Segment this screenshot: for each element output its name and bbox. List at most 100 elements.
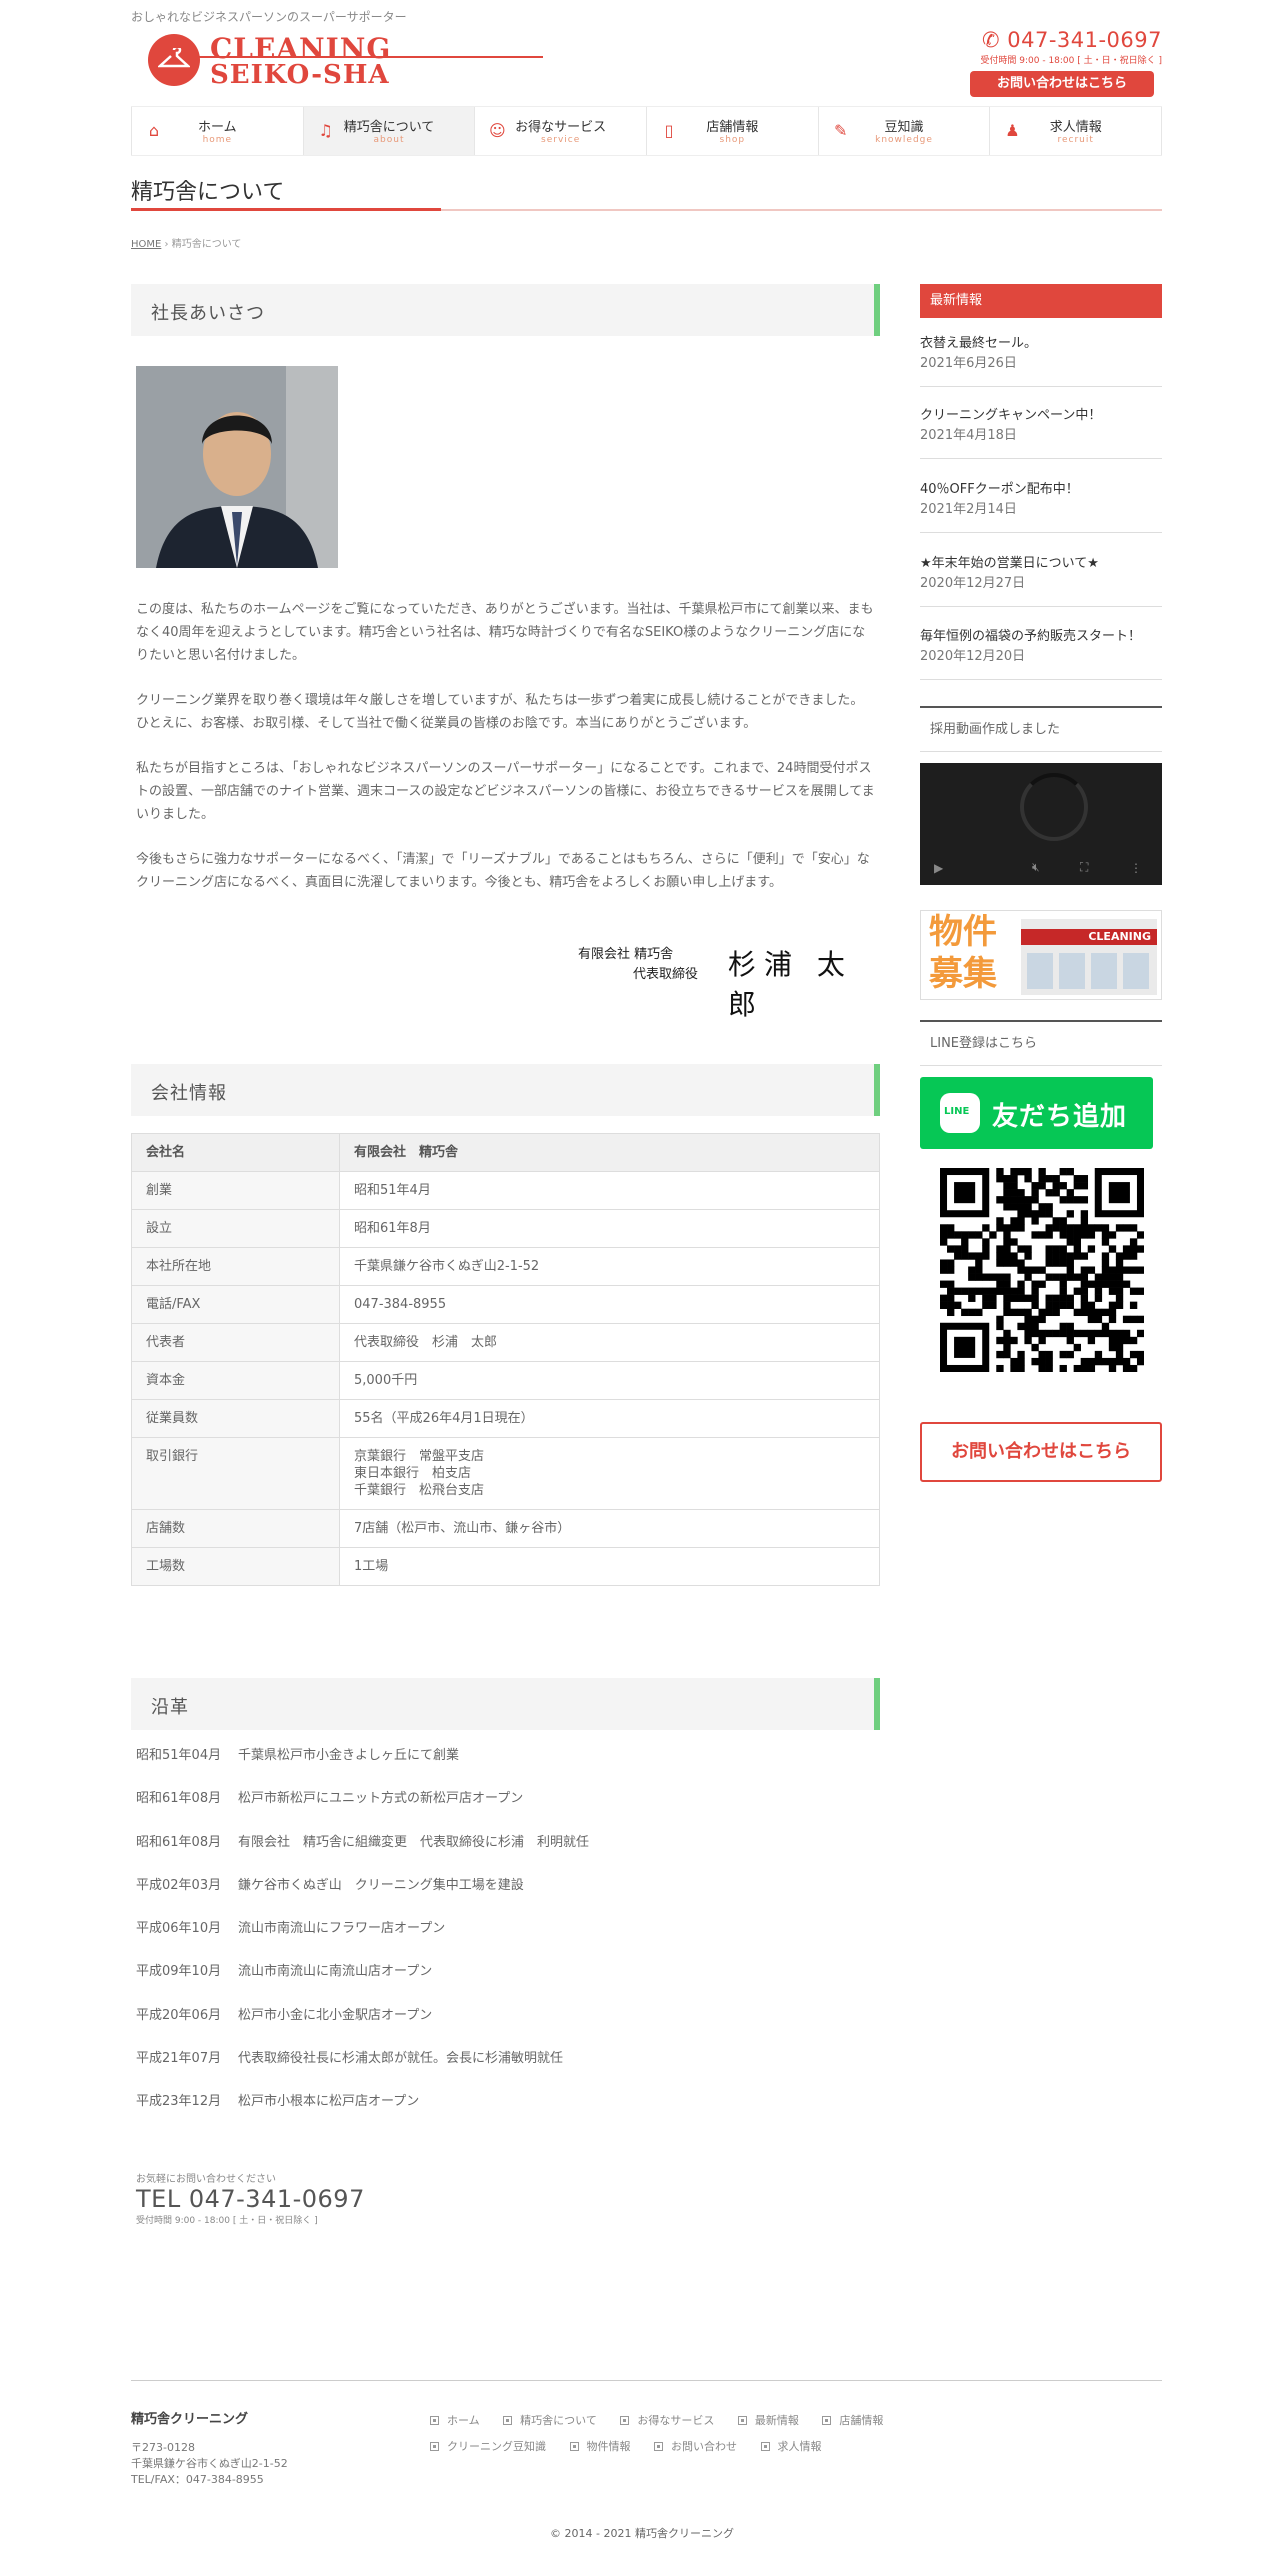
bullet-icon	[620, 2416, 630, 2425]
history-date: 平成20年06月	[136, 2007, 222, 2023]
breadcrumb-separator: ›	[164, 239, 169, 250]
history-list: 昭和51年04月 千葉県松戸市小金きよしヶ丘にて創業 昭和61年08月 松戸市新松戸…	[136, 1746, 876, 2136]
page-title: 精巧舎について	[131, 180, 285, 205]
list-item: 平成06年10月 流山市南流山にフラワー店オープン	[136, 1919, 876, 1962]
history-text: 流山市南流山にフラワー店オープン	[238, 1921, 446, 1937]
history-text: 松戸市小根本に松戸店オープン	[238, 2094, 420, 2110]
header-contact-button[interactable]: お問い合わせはこちら	[970, 71, 1154, 97]
footer-link-recruit[interactable]: 求人情報	[760, 2434, 822, 2460]
shop-window	[1027, 953, 1053, 989]
signature-title: 代表取締役	[633, 967, 699, 982]
news-title[interactable]: 衣替え最終セール。	[920, 334, 1162, 354]
copyright: © 2014 - 2021 精巧舎クリーニング	[550, 2527, 734, 2540]
news-date: 2020年12月27日	[920, 576, 1026, 591]
footer-link-about[interactable]: 精巧舎について	[503, 2408, 597, 2434]
loading-spinner-icon	[1020, 773, 1088, 841]
logo-text-seikosha: SEIKO-SHA	[210, 60, 390, 90]
edit-icon: ✎	[833, 121, 848, 140]
recruit-video-player[interactable]: ▶ 🔇︎ ⛶ ⋮	[920, 763, 1162, 885]
news-item[interactable]: 40％OFFクーポン配布中！ 2021年2月14日	[920, 480, 1162, 533]
footer-link-property[interactable]: 物件情報	[569, 2434, 631, 2460]
person-icon: ♟	[1005, 121, 1020, 140]
bell-icon: ♫	[318, 121, 333, 140]
footer-link-knowledge[interactable]: クリーニング豆知識	[430, 2434, 546, 2460]
news-item[interactable]: 衣替え最終セール。 2021年6月26日	[920, 334, 1162, 387]
line-logo-icon: LINE	[940, 1093, 980, 1133]
signature-company: 有限会社 精巧舎	[578, 947, 674, 962]
table-row: 創業 昭和51年4月	[131, 1171, 880, 1210]
footer-link-service[interactable]: お得なサービス	[620, 2408, 714, 2434]
site-logo[interactable]: CLEANING SEIKO-SHA	[138, 30, 543, 90]
news-item[interactable]: 毎年恒例の福袋の予約販売スタート！ 2020年12月20日	[920, 627, 1162, 680]
nav-item-recruit[interactable]: ♟ 求人情報 recruit	[990, 107, 1163, 155]
bank-line: 千葉銀行 松飛台支店	[354, 1483, 485, 1498]
list-item: 平成02年03月 鎌ケ谷市くぬぎ山 クリーニング集中工場を建設	[136, 1876, 876, 1919]
president-photo	[136, 366, 338, 568]
line-logo-text: LINE	[944, 1106, 970, 1117]
nav-item-service[interactable]: ☺ お得なサービス service	[475, 107, 648, 155]
shop-window	[1091, 953, 1117, 989]
bullet-icon	[737, 2416, 747, 2425]
news-item[interactable]: クリーニングキャンペーン中！ 2021年4月18日	[920, 406, 1162, 459]
bank-line: 京葉銀行 常盤平支店	[354, 1449, 485, 1464]
news-title[interactable]: ★年末年始の営業日について★	[920, 554, 1162, 574]
section-heading-greeting: 社長あいさつ	[131, 284, 880, 336]
table-key: 資本金	[131, 1361, 340, 1400]
footer-link-home[interactable]: ホーム	[430, 2408, 480, 2434]
history-date: 平成06年10月	[136, 1921, 222, 1937]
sidebar-news-heading: 最新情報	[920, 284, 1162, 318]
table-value: 昭和61年8月	[339, 1209, 880, 1248]
hanger-logo-icon	[148, 34, 200, 86]
site-tagline: おしゃれなビジネスパーソンのスーパーサポーター	[131, 10, 407, 24]
sidebar-video-heading: 採用動画作成しました	[920, 706, 1162, 752]
greeting-paragraph: クリーニング業界を取り巻く環境は年々厳しさを増していますが、私たちは一歩ずつ着実…	[136, 693, 864, 731]
history-text: 松戸市新松戸にユニット方式の新松戸店オープン	[238, 1791, 524, 1807]
section-heading-text: 社長あいさつ	[151, 303, 265, 324]
breadcrumb-home-link[interactable]: HOME	[131, 239, 161, 250]
sidebar-contact-button[interactable]: お問い合わせはこちら	[920, 1422, 1162, 1482]
table-key: 設立	[131, 1209, 340, 1248]
header-contact: ✆ 047-341-0697 受付時間 9:00 - 18:00 [ 土・日・祝…	[962, 28, 1162, 97]
play-icon[interactable]: ▶	[934, 861, 943, 875]
footer-telfax: TEL/FAX：047-384-8955	[131, 2473, 264, 2486]
news-date: 2021年4月18日	[920, 428, 1017, 443]
bullet-icon	[569, 2442, 579, 2451]
footer-link-shop[interactable]: 店舗情報	[822, 2408, 883, 2434]
breadcrumb-current: 精巧舎について	[171, 239, 242, 250]
table-value: 7店舗（松戸市、流山市、鎌ヶ谷市）	[339, 1509, 880, 1548]
nav-item-knowledge[interactable]: ✎ 豆知識 knowledge	[819, 107, 991, 155]
news-date: 2021年2月14日	[920, 502, 1017, 517]
company-info-table: 会社名 有限会社 精巧舎 創業 昭和51年4月 設立 昭和61年8月 本社所在地 千葉県…	[131, 1133, 880, 1586]
table-key: 従業員数	[131, 1399, 340, 1438]
news-item[interactable]: ★年末年始の営業日について★ 2020年12月27日	[920, 554, 1162, 607]
table-value: 昭和51年4月	[339, 1171, 880, 1210]
mute-icon[interactable]: 🔇︎	[1032, 860, 1040, 875]
footer-link-contact[interactable]: お問い合わせ	[654, 2434, 737, 2460]
table-value: 有限会社 精巧舎	[339, 1133, 880, 1172]
news-title[interactable]: 毎年恒例の福袋の予約販売スタート！	[920, 627, 1162, 647]
bottom-contact: お気軽にお問い合わせください TEL 047-341-0697 受付時間 9:0…	[136, 2170, 365, 2226]
line-qr-code	[940, 1168, 1145, 1373]
nav-item-about[interactable]: ♫ 精巧舎について about	[303, 107, 476, 155]
fullscreen-icon[interactable]: ⛶	[1080, 860, 1088, 875]
footer-divider	[131, 2380, 1162, 2381]
footer-address: 〒273-0128 千葉県鎌ケ谷市くぬぎ山2-1-52 TEL/FAX：047-…	[131, 2440, 288, 2488]
line-add-friend-button[interactable]: LINE 友だち追加	[920, 1077, 1153, 1149]
table-row: 設立 昭和61年8月	[131, 1209, 880, 1248]
nav-item-home[interactable]: ⌂ ホーム home	[131, 107, 304, 155]
history-text: 鎌ケ谷市くぬぎ山 クリーニング集中工場を建設	[238, 1877, 524, 1893]
more-options-icon[interactable]: ⋮	[1130, 861, 1142, 875]
table-value: 代表取締役 杉浦 太郎	[339, 1323, 880, 1362]
news-title[interactable]: クリーニングキャンペーン中！	[920, 406, 1162, 426]
news-title[interactable]: 40％OFFクーポン配布中！	[920, 480, 1162, 500]
section-heading-history: 沿革	[131, 1678, 880, 1730]
bottom-contact-phone[interactable]: TEL 047-341-0697	[136, 2185, 365, 2213]
history-date: 平成09年10月	[136, 1964, 222, 1980]
footer-link-news[interactable]: 最新情報	[737, 2408, 799, 2434]
list-item: 平成09年10月 流山市南流山に南流山店オープン	[136, 1962, 876, 2005]
home-icon: ⌂	[148, 121, 160, 140]
header-phone[interactable]: ✆ 047-341-0697	[962, 28, 1162, 52]
nav-item-shop[interactable]: ▯ 店舗情報 shop	[647, 107, 819, 155]
title-divider-accent	[131, 208, 441, 211]
property-wanted-banner[interactable]: 物件募集 CLEANING	[920, 910, 1162, 1000]
